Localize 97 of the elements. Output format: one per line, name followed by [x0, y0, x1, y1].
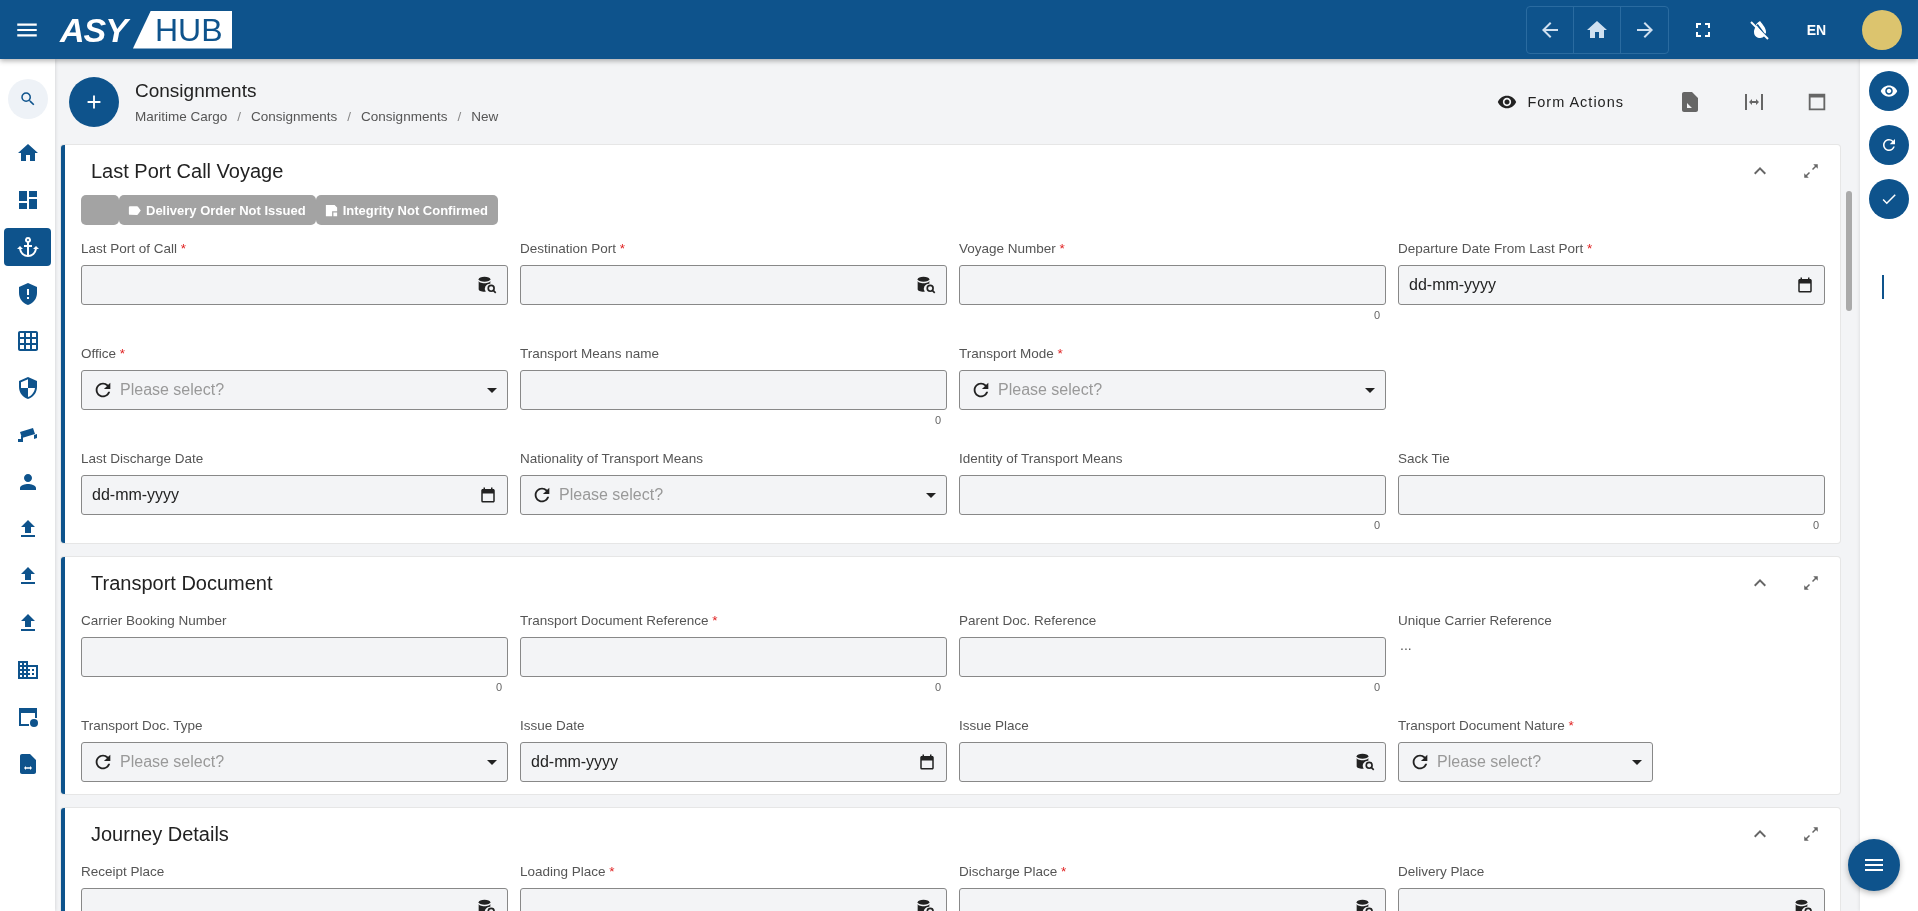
expand-button[interactable] [1802, 162, 1820, 180]
lookup-field[interactable] [520, 265, 947, 305]
breadcrumb-separator: / [237, 109, 242, 124]
text-field[interactable] [1398, 475, 1825, 515]
expand-button[interactable] [1802, 574, 1820, 592]
character-counter: 0 [1811, 519, 1820, 531]
field-label: Parent Doc. Reference [959, 613, 1098, 630]
text-field[interactable] [959, 637, 1386, 677]
page-title: Consignments [135, 80, 258, 102]
field-label: Discharge Place * [959, 864, 1068, 881]
sidebar-item[interactable] [7, 79, 48, 119]
character-counter: 0 [933, 414, 942, 426]
field-label: Departure Date From Last Port * [1398, 241, 1594, 258]
breadcrumb-link[interactable]: New [471, 109, 499, 124]
field-label: Transport Doc. Type [81, 718, 204, 735]
text-field[interactable] [959, 475, 1386, 515]
anchor-icon [15, 235, 40, 259]
section-title: Last Port Call Voyage [91, 159, 285, 183]
character-counter: 0 [494, 681, 503, 693]
field-label: Receipt Place [81, 864, 166, 881]
expand-icon [1802, 162, 1820, 180]
date-field[interactable]: dd-mm-yyyy [81, 475, 508, 515]
calendar-icon [918, 753, 936, 771]
breadcrumb-link[interactable]: Consignments [361, 109, 448, 124]
refresh-icon [1880, 136, 1898, 154]
caret-icon [926, 492, 936, 498]
field-value: ... [1399, 637, 1413, 653]
database-search-icon [916, 275, 936, 295]
scrollbar[interactable] [1846, 191, 1852, 311]
expand-button[interactable] [1802, 825, 1820, 843]
breadcrumb-link[interactable]: Maritime Cargo [135, 109, 228, 124]
text-field[interactable] [81, 637, 508, 677]
window-icon [1806, 91, 1828, 113]
breadcrumb-separator: / [457, 109, 462, 124]
field-label: Unique Carrier Reference [1398, 613, 1553, 630]
search-icon [18, 90, 37, 108]
date-field[interactable]: dd-mm-yyyy [1398, 265, 1825, 305]
field-label: Transport Means name [520, 346, 661, 363]
field-label: Nationality of Transport Means [520, 451, 705, 468]
field-label: Office * [81, 346, 127, 363]
date-field[interactable]: dd-mm-yyyy [520, 742, 947, 782]
caret-icon [1365, 387, 1375, 393]
building-icon [15, 658, 40, 682]
caret-icon [487, 387, 497, 393]
character-counter: 0 [1372, 519, 1381, 531]
field-label: Voyage Number * [959, 241, 1066, 258]
field-label: Last Discharge Date [81, 451, 205, 468]
breadcrumb-separator: / [347, 109, 352, 124]
field-label: Loading Place * [520, 864, 616, 881]
add-button[interactable] [69, 77, 119, 127]
field-label: Issue Date [520, 718, 586, 735]
progress-indicator [1882, 275, 1884, 299]
status-badge: Integrity Not Confirmed [315, 195, 498, 225]
text-field[interactable] [959, 265, 1386, 305]
caret-icon [1632, 759, 1642, 765]
window-button[interactable] [1806, 91, 1828, 113]
lookup-field[interactable] [81, 265, 508, 305]
eye-icon [1880, 82, 1898, 100]
field-label: Delivery Place [1398, 864, 1486, 881]
field-label: Sack Tie [1398, 451, 1451, 468]
field-label: Issue Place [959, 718, 1030, 735]
caret-icon [487, 759, 497, 765]
menu-fab[interactable] [1848, 839, 1900, 891]
lookup-field[interactable] [959, 742, 1386, 782]
field-label: Transport Document Nature * [1398, 718, 1575, 735]
text-field[interactable] [520, 370, 947, 410]
field-label: Carrier Booking Number [81, 613, 228, 630]
sidebar-item[interactable] [4, 228, 51, 266]
field-label: Transport Document Reference * [520, 613, 719, 630]
database-search-icon [1355, 752, 1375, 772]
logo: ASY HUB [60, 10, 233, 49]
text-field[interactable] [520, 637, 947, 677]
document-icon [323, 202, 339, 218]
expand-icon [1802, 574, 1820, 592]
refresh-button[interactable] [1869, 125, 1909, 165]
language-button[interactable]: EN [1793, 6, 1840, 53]
calendar-icon [1796, 276, 1814, 294]
confirm-button[interactable] [1869, 179, 1909, 219]
status-badge: Delivery Order Not Issued [119, 195, 316, 225]
preview-button[interactable] [1869, 71, 1909, 111]
character-counter: 0 [1372, 681, 1381, 693]
character-counter: 0 [1372, 309, 1381, 321]
calendar-icon [479, 486, 497, 504]
breadcrumb-link[interactable]: Consignments [251, 109, 338, 124]
section-title: Journey Details [91, 822, 230, 846]
database-search-icon [477, 275, 497, 295]
field-label: Last Port of Call * [81, 241, 188, 258]
section-title: Transport Document [91, 571, 274, 595]
form-actions-button[interactable]: Form Actions [1491, 91, 1630, 113]
expand-icon [1802, 825, 1820, 843]
character-counter: 0 [933, 681, 942, 693]
field-label: Destination Port * [520, 241, 627, 258]
field-label: Transport Mode * [959, 346, 1064, 363]
avatar[interactable] [1862, 9, 1902, 50]
field-label: Identity of Transport Means [959, 451, 1124, 468]
status-badge [81, 195, 119, 225]
grid-icon [15, 329, 40, 353]
